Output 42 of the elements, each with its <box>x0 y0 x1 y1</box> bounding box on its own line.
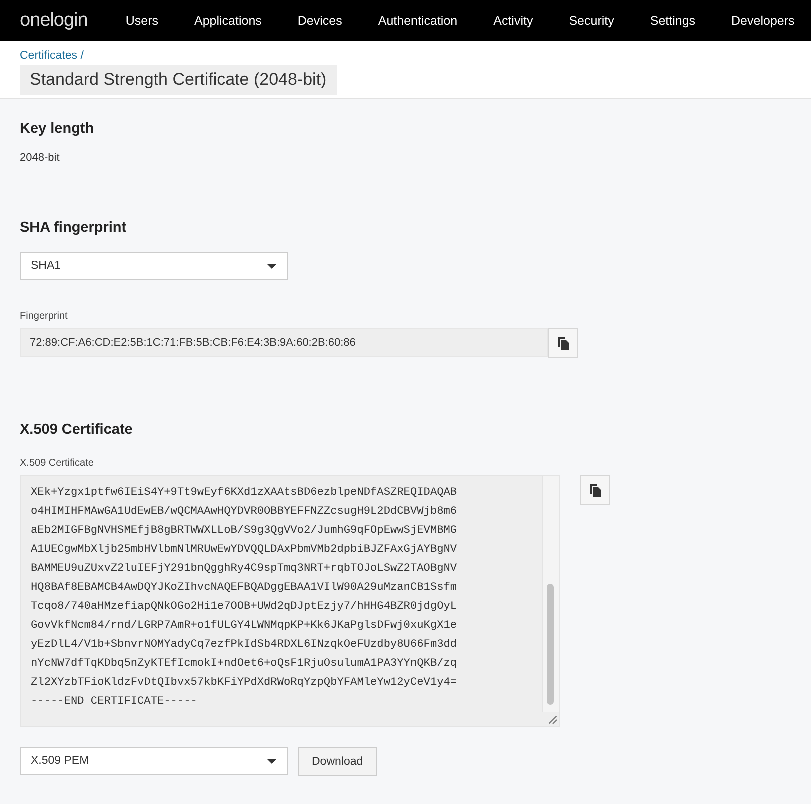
page-title: Standard Strength Certificate (2048-bit) <box>20 65 337 95</box>
field-label: X.509 Certificate <box>20 458 95 469</box>
copy-button[interactable] <box>580 475 610 505</box>
copy-icon <box>588 483 602 497</box>
fingerprint-field[interactable]: 72:89:CF:A6:CD:E2:5B:1C:71:FB:5B:CB:F6:E4:3B:9A:60:2B:60:86 <box>20 328 548 357</box>
nav-link[interactable]: Developers <box>732 14 795 28</box>
breadcrumb-link[interactable]: Certificates / <box>20 50 791 62</box>
certificate-line: Tcqo8/740aHMzefiapQNkOGo2Hi1e7OOB+UWd2qDJptEzjy7/hHHG4BZR0jdgOyL <box>31 600 458 615</box>
certificate-line: BAMMEU9uZUxvZ2luIEFjY291bnQgghRy4C9spTmq3NRT+rqbTOJoLSwZ2TAOBgNV <box>31 562 458 577</box>
certificate-line: o4HIMIHFMAwGA1UdEwEB/wQCMAAwHQYDVR0OBBYEFFNZZcsugH9L2DdCBVWjb8m6 <box>31 505 458 520</box>
download-button[interactable]: Download <box>298 747 378 776</box>
certificate-line: yEzDlL4/V1b+SbnvrNOMYadyCq7ezfPkIdSb4RDXL6INzqkOeFUzdby8U66Fm3dd <box>31 638 458 653</box>
nav-link[interactable]: Activity <box>494 14 534 28</box>
copy-button[interactable] <box>548 328 578 358</box>
logo[interactable]: onelogin <box>20 10 88 32</box>
section-heading: SHA fingerprint <box>20 220 128 236</box>
nav-link[interactable]: Devices <box>298 14 342 28</box>
certificate-line: -----END CERTIFICATE----- <box>31 695 198 710</box>
section-heading: X.509 Certificate <box>20 422 134 438</box>
certificate-line: A1UECgwMbXljb25mbHVlbmNlMRUwEwYDVQQLDAxPbmVMb2dpbiBJZFAxGjAYBgNV <box>31 543 458 558</box>
nav-link[interactable]: Security <box>569 14 614 28</box>
copy-icon <box>556 336 570 350</box>
certificate-line: XEk+Yzgx1ptfw6IEiS4Y+9Tt9wEyf6KXd1zXAAtsBD6ezblpeNDfASZREQIDAQAB <box>31 486 458 501</box>
nav-link[interactable]: Users <box>126 14 158 28</box>
certificate-line: HQ8BAf8EBAMCB4AwDQYJKoZIhvcNAQEFBQADggEBAA1VIlW90A29uMzanCB1Ssfm <box>31 581 458 596</box>
format-select[interactable]: X.509 PEM <box>20 747 288 775</box>
certificate-line: nYcNW7dfTqKDbq5nZyKTEfIcmokI+ndOet6+oQsF1RjuOsulumA1PA3YYnQKB/zq <box>31 657 458 672</box>
field-label: Fingerprint <box>20 311 69 322</box>
nav-link[interactable]: Authentication <box>378 14 458 28</box>
section-heading: Key length <box>20 121 96 137</box>
certificate-line: aEb2MIGFBgNVHSMEfjB8gBRTWWXLLoB/S9g3QgVVo2/JumhG9qFOpEwwSjEVMBMG <box>31 524 458 539</box>
certificate-text-area[interactable] <box>20 475 560 727</box>
certificate-line: GovVkfNcm84/rnd/LGRP7AmR+o1fULGY4LWNMqpKP+Kk6JKaPglsDFwj0xuKgX1e <box>31 619 458 634</box>
caret-icon <box>267 758 277 764</box>
key-length-value: 2048-bit <box>20 152 61 164</box>
sha-select[interactable]: SHA1 <box>20 252 288 280</box>
certificate-line: Zl2XYzbTFioKldzFvDtQIbvx57kbKFiYPdXdRWoRqYzpQbYFAMleYw12yCeV1y4= <box>31 676 458 691</box>
caret-icon <box>267 264 277 268</box>
scrollbar[interactable] <box>542 476 559 712</box>
nav-link[interactable]: Settings <box>650 14 696 28</box>
resize-grip-icon[interactable] <box>549 716 557 724</box>
nav-link[interactable]: Applications <box>194 14 262 28</box>
